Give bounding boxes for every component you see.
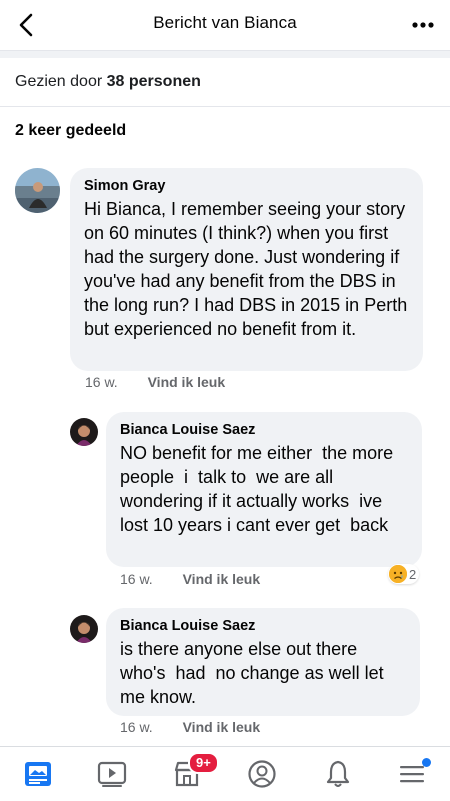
seen-by-count: 38 personen	[106, 73, 201, 90]
like-button[interactable]: Vind ik leuk	[183, 719, 261, 735]
watch-icon[interactable]	[97, 759, 127, 789]
marketplace-badge: 9+	[188, 752, 219, 774]
comment-meta: 16 w. Vind ik leuk	[85, 374, 225, 390]
avatar[interactable]	[70, 615, 98, 643]
reaction-count: 2	[409, 566, 417, 582]
comment-meta: 16 w. Vind ik leuk	[120, 719, 260, 735]
top-bar: Bericht van Bianca	[0, 0, 450, 51]
comment-bubble[interactable]: Bianca Louise Saez NO benefit for me eit…	[106, 412, 422, 567]
more-options-icon[interactable]	[412, 21, 434, 29]
avatar-photo	[70, 418, 98, 446]
comment-text: NO benefit for me either the more people…	[120, 443, 404, 535]
comment-author[interactable]: Bianca Louise Saez	[120, 421, 408, 439]
comment-author[interactable]: Simon Gray	[84, 177, 409, 195]
comment-bubble[interactable]: Bianca Louise Saez is there anyone else …	[106, 608, 420, 716]
news-feed-icon[interactable]	[23, 759, 53, 789]
like-button[interactable]: Vind ik leuk	[148, 374, 226, 390]
profile-icon[interactable]	[247, 759, 277, 789]
page-title: Bericht van Bianca	[153, 13, 297, 32]
comment-time: 16 w.	[120, 571, 153, 587]
shared-count[interactable]: 2 keer gedeeld	[15, 122, 126, 140]
section-gap	[0, 51, 450, 58]
seen-by-prefix: Gezien door	[15, 73, 103, 90]
comment-text: Hi Bianca, I remember seeing your story …	[84, 199, 413, 339]
comment-bubble[interactable]: Simon Gray Hi Bianca, I remember seeing …	[70, 168, 423, 371]
notifications-icon[interactable]	[323, 759, 353, 789]
avatar[interactable]	[15, 168, 60, 213]
sad-emoji-icon	[389, 565, 407, 583]
bottom-tab-bar	[0, 746, 450, 801]
comment-meta: 16 w. Vind ik leuk	[120, 571, 260, 587]
seen-by[interactable]: Gezien door 38 personen	[15, 73, 201, 91]
comment-time: 16 w.	[120, 719, 153, 735]
menu-notification-dot	[422, 758, 431, 767]
like-button[interactable]: Vind ik leuk	[183, 571, 261, 587]
comment-author[interactable]: Bianca Louise Saez	[120, 617, 406, 635]
avatar-photo	[15, 168, 60, 213]
avatar-photo	[70, 615, 98, 643]
avatar[interactable]	[70, 418, 98, 446]
reaction-summary[interactable]: 2	[388, 564, 420, 584]
comment-time: 16 w.	[85, 374, 118, 390]
divider	[0, 106, 450, 107]
comment-text: is there anyone else out there who's had…	[120, 639, 389, 707]
